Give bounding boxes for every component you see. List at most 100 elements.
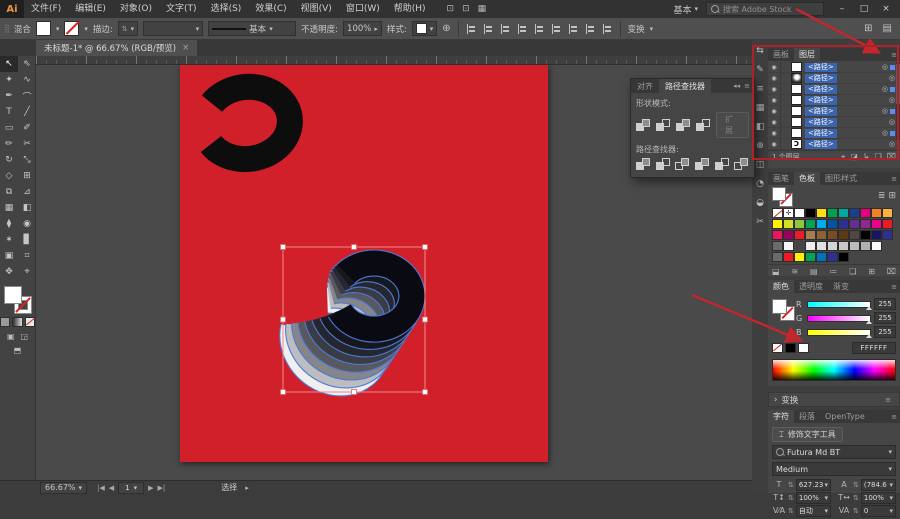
- new-layer-icon[interactable]: ❏: [875, 152, 882, 162]
- fill-color-swatch[interactable]: [35, 21, 51, 36]
- swatch-4-7[interactable]: [838, 241, 849, 251]
- black-curve-shape[interactable]: [200, 73, 303, 173]
- swatch-3-10[interactable]: [871, 230, 882, 240]
- swap-panels-icon[interactable]: ⇆: [756, 46, 764, 56]
- align-top-icon[interactable]: [517, 23, 528, 34]
- align-bottom-icon[interactable]: [551, 23, 562, 34]
- selection-handle-1[interactable]: [280, 244, 286, 250]
- panel-menu-icon[interactable]: ≡: [891, 413, 900, 421]
- swatch-2-7[interactable]: [838, 219, 849, 229]
- zoom-level-select[interactable]: 66.67% ▾: [40, 481, 88, 494]
- new-sublayer-icon[interactable]: ↳: [863, 152, 870, 162]
- swatch-3-3[interactable]: [794, 230, 805, 240]
- rotate-tool[interactable]: ↻: [0, 152, 18, 168]
- brush-definition-select[interactable]: 基本 ▾: [208, 21, 297, 36]
- swatch-1-4[interactable]: [805, 208, 816, 218]
- swatch-2-11[interactable]: [882, 219, 893, 229]
- perspective-grid-tool[interactable]: ⊿: [18, 184, 36, 200]
- font-family-field[interactable]: Futura Md BT ▾: [772, 445, 896, 459]
- next-artboard-icon[interactable]: ▶: [148, 484, 153, 492]
- artboard-number-select[interactable]: 1 ▾: [118, 481, 145, 494]
- target-circle-icon[interactable]: ◎: [889, 96, 895, 104]
- layer-label[interactable]: <路径>: [805, 128, 837, 138]
- scissors-tool[interactable]: ✂: [18, 136, 36, 152]
- menu-item-9[interactable]: 帮助(H): [387, 0, 433, 18]
- layer-label[interactable]: <路径>: [805, 117, 837, 127]
- swatch-4-5[interactable]: [816, 241, 827, 251]
- font-size-value[interactable]: 627.23 ▾: [795, 478, 831, 491]
- target-circle-icon[interactable]: ◎: [882, 107, 888, 115]
- swatch-2-9[interactable]: [860, 219, 871, 229]
- layer-row-3[interactable]: ◉ <路径> ◎: [768, 84, 900, 95]
- direct-selection-tool[interactable]: ⇖: [18, 56, 36, 72]
- panel-menu-icon[interactable]: ≡: [891, 175, 900, 183]
- channel-value-R[interactable]: 255: [874, 298, 896, 310]
- panel-menu-icon[interactable]: ≡: [891, 51, 900, 59]
- channel-value-B[interactable]: 255: [874, 326, 896, 338]
- maximize-button[interactable]: □: [854, 2, 874, 16]
- document-setup-icon[interactable]: ⊞: [864, 23, 872, 34]
- menu-item-2[interactable]: 编辑(E): [68, 0, 113, 18]
- paintbrush-tool[interactable]: ✐: [18, 120, 36, 136]
- close-button[interactable]: ×: [876, 2, 896, 16]
- gradient-panel-icon[interactable]: ◧: [756, 122, 765, 132]
- fill-stroke-widget[interactable]: [3, 286, 33, 314]
- swatch-3-7[interactable]: [838, 230, 849, 240]
- selection-handle-4[interactable]: [280, 316, 286, 323]
- swatch-4-6[interactable]: [827, 241, 838, 251]
- pathfinder-panel-icon[interactable]: ▦: [756, 103, 765, 113]
- channel-slider-R[interactable]: [807, 300, 872, 310]
- layer-row-7[interactable]: ◉ <路径> ◎: [768, 128, 900, 139]
- opacity-value[interactable]: 100% ▸: [343, 21, 382, 36]
- layer-row-1[interactable]: ◉ <路径> ◎: [768, 62, 900, 73]
- tab-gradient[interactable]: 渐变: [828, 280, 854, 293]
- draw-behind-icon[interactable]: ◲: [21, 332, 29, 341]
- none-swatch[interactable]: [772, 343, 783, 353]
- target-circle-icon[interactable]: ◎: [882, 85, 888, 93]
- selection-handle-6[interactable]: [280, 389, 286, 395]
- distribute-center-icon[interactable]: [585, 23, 596, 34]
- pen-tool[interactable]: ✒: [0, 88, 18, 104]
- document-tab[interactable]: 未标题-1* @ 66.67% (RGB/预览) ×: [36, 40, 198, 56]
- swatch-2-10[interactable]: [871, 219, 882, 229]
- prev-artboard-icon[interactable]: ◀: [109, 484, 114, 492]
- swatch-1-1[interactable]: [772, 208, 783, 218]
- stroke-color-swatch[interactable]: [64, 21, 80, 36]
- swatch-1-5[interactable]: [816, 208, 827, 218]
- swatch-2-6[interactable]: [827, 219, 838, 229]
- transform-panel-header[interactable]: › 变换 ≡: [768, 392, 900, 407]
- selection-handle-8[interactable]: [422, 389, 428, 395]
- visibility-eye-icon[interactable]: ◉: [768, 97, 780, 104]
- swatch-1-3[interactable]: [794, 208, 805, 218]
- channel-slider-B[interactable]: [807, 328, 872, 338]
- visibility-eye-icon[interactable]: ◉: [768, 141, 780, 148]
- locate-object-icon[interactable]: ⌖: [841, 152, 846, 162]
- minus-back-icon[interactable]: [734, 158, 749, 171]
- tab-opentype[interactable]: OpenType: [820, 410, 870, 423]
- swatch-5-2[interactable]: [783, 252, 794, 262]
- menu-item-1[interactable]: 文件(F): [24, 0, 68, 18]
- distribute-left-icon[interactable]: [568, 23, 579, 34]
- panel-grip[interactable]: ⣿: [4, 24, 10, 33]
- free-transform-tool[interactable]: ⊞: [18, 168, 36, 184]
- target-circle-icon[interactable]: ◎: [889, 140, 895, 148]
- minimize-button[interactable]: –: [832, 2, 852, 16]
- channel-value-G[interactable]: 255: [874, 312, 896, 324]
- magic-wand-tool[interactable]: ✦: [0, 72, 18, 88]
- swatch-2-3[interactable]: [794, 219, 805, 229]
- swatch-5-1[interactable]: [772, 252, 783, 262]
- make-clip-mask-icon[interactable]: ◪: [850, 152, 858, 162]
- layer-label[interactable]: <路径>: [805, 84, 837, 94]
- stroke-weight-stepper[interactable]: ⇅ ▾: [117, 21, 139, 36]
- swatch-4-9[interactable]: [860, 241, 871, 251]
- layer-label[interactable]: <路径>: [805, 95, 837, 105]
- menu-item-4[interactable]: 文字(T): [159, 0, 204, 18]
- swatch-3-4[interactable]: [805, 230, 816, 240]
- tab-swatches[interactable]: 色板: [794, 172, 820, 185]
- transparency-panel-icon[interactable]: ◫: [756, 160, 765, 170]
- rectangle-tool[interactable]: ▭: [0, 120, 18, 136]
- current-tool-status[interactable]: 选择 ▸: [221, 482, 249, 493]
- merge-icon[interactable]: [675, 158, 690, 171]
- last-artboard-icon[interactable]: ▶|: [158, 484, 166, 492]
- tab-graphic-styles[interactable]: 图形样式: [820, 172, 862, 185]
